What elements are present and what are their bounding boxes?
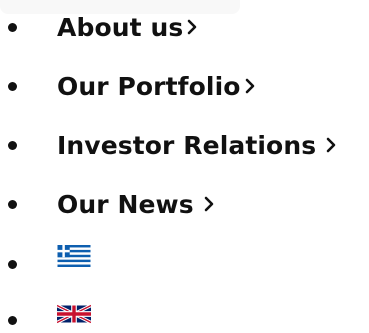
bullet bbox=[8, 316, 17, 325]
investor-relations-label: Investor Relations bbox=[57, 130, 317, 160]
our-news-link[interactable]: Our News bbox=[57, 192, 215, 217]
chevron-right-icon bbox=[188, 19, 197, 35]
uk-flag-icon[interactable] bbox=[57, 303, 91, 325]
bullet bbox=[8, 140, 17, 150]
greek-flag-icon[interactable] bbox=[57, 245, 91, 267]
header-shadow bbox=[0, 0, 240, 14]
bullet bbox=[8, 199, 17, 209]
about-us-link[interactable]: About us bbox=[57, 15, 198, 40]
chevron-right-icon bbox=[204, 196, 214, 212]
chevron-right-icon bbox=[245, 78, 254, 94]
about-us-label: About us bbox=[57, 12, 184, 42]
bullet bbox=[8, 81, 17, 91]
investor-relations-link[interactable]: Investor Relations bbox=[57, 133, 337, 158]
our-portfolio-link[interactable]: Our Portfolio bbox=[57, 74, 256, 99]
our-news-label: Our News bbox=[57, 189, 194, 219]
our-portfolio-label: Our Portfolio bbox=[57, 71, 241, 101]
bullet bbox=[8, 260, 17, 269]
bullet bbox=[8, 22, 17, 32]
chevron-right-icon bbox=[326, 137, 336, 153]
